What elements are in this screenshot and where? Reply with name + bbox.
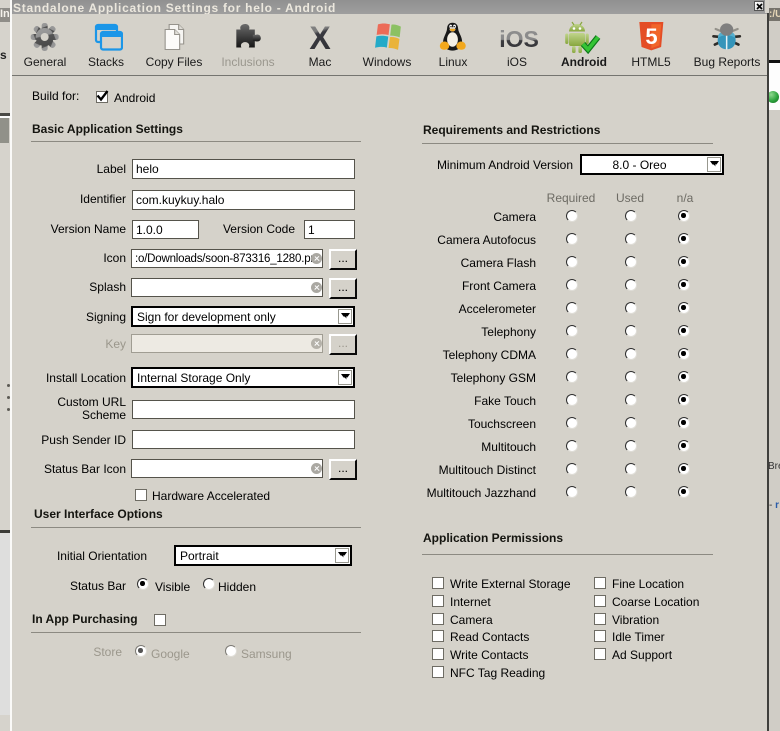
svg-text:iOS: iOS — [499, 26, 539, 52]
svg-text:X: X — [309, 20, 331, 54]
svg-text:5: 5 — [645, 24, 657, 49]
